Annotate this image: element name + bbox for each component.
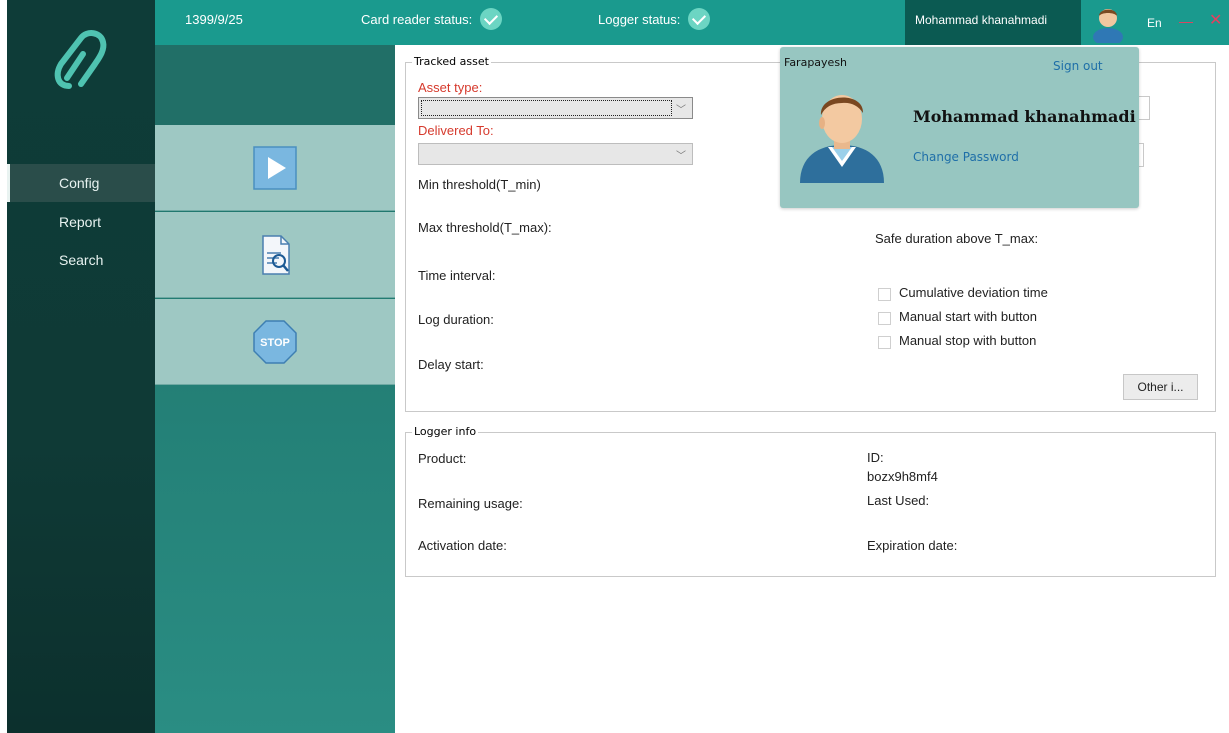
id-value: bozx9h8mf4 <box>867 469 938 484</box>
cumulative-label: Cumulative deviation time <box>899 285 1048 300</box>
report-button[interactable] <box>155 212 395 298</box>
sidebar-item-search[interactable]: Search <box>7 241 155 279</box>
sidebar-item-label: Config <box>59 175 100 191</box>
product-label: Product: <box>418 451 467 466</box>
close-icon[interactable]: ✕ <box>1209 10 1222 30</box>
avatar-icon[interactable] <box>1088 3 1128 43</box>
user-full-name: Mohammad khanahmadi <box>913 107 1136 126</box>
sidebar: Config Report Search <box>7 0 155 733</box>
user-popup: Farapayesh Sign out Mohammad khanahmadi … <box>780 47 1139 208</box>
max-threshold-label: Max threshold(T_max): <box>418 220 552 235</box>
manual-stop-checkbox[interactable] <box>878 336 891 349</box>
chevron-down-icon: ﹀ <box>676 105 686 116</box>
check-icon <box>480 8 503 30</box>
top-bar: 1399/9/25 Card reader status: Logger sta… <box>155 0 1229 45</box>
log-duration-label: Log duration: <box>418 312 494 327</box>
logger-info-group: Logger info Product: Remaining usage: Ac… <box>405 425 1216 577</box>
manual-start-checkbox[interactable] <box>878 312 891 325</box>
manual-stop-label: Manual stop with button <box>899 333 1037 348</box>
sidebar-item-label: Report <box>59 214 102 230</box>
user-name: Mohammad khanahmadi <box>915 13 1048 27</box>
window-controls: En — ✕ <box>1135 0 1229 45</box>
minimize-icon[interactable]: — <box>1179 13 1193 29</box>
delivered-to-select[interactable]: ﹀ <box>418 143 693 165</box>
delay-start-label: Delay start: <box>418 357 484 372</box>
date-display: 1399/9/25 <box>185 0 243 45</box>
asset-type-label: Asset type: <box>418 80 483 95</box>
logger-status: Logger status: <box>598 0 711 45</box>
card-reader-label: Card reader status: <box>361 12 473 27</box>
sidebar-item-config[interactable]: Config <box>7 164 155 202</box>
stop-label: STOP <box>260 337 290 349</box>
card-reader-status: Card reader status: <box>361 0 503 45</box>
start-button[interactable] <box>155 125 395 211</box>
group-title: Logger info <box>412 425 479 438</box>
remaining-usage-label: Remaining usage: <box>418 496 523 511</box>
check-icon <box>688 8 711 30</box>
time-interval-label: Time interval: <box>418 268 496 283</box>
language-toggle[interactable]: En <box>1147 16 1162 30</box>
other-info-button[interactable]: Other i... <box>1123 374 1198 400</box>
chevron-down-icon: ﹀ <box>676 151 686 162</box>
sidebar-item-label: Search <box>59 252 104 268</box>
id-label: ID: <box>867 450 884 465</box>
date-text: 1399/9/25 <box>185 12 243 27</box>
sign-out-link[interactable]: Sign out <box>1053 59 1103 73</box>
group-title: Tracked asset <box>412 55 491 68</box>
brand-label: Farapayesh <box>784 56 848 69</box>
action-panel-header <box>155 45 395 125</box>
app-logo-icon <box>54 30 107 89</box>
delivered-to-label: Delivered To: <box>418 123 494 138</box>
logger-status-label: Logger status: <box>598 12 681 27</box>
user-avatar-icon <box>800 95 884 183</box>
manual-start-label: Manual start with button <box>899 309 1038 324</box>
change-password-link[interactable]: Change Password <box>913 150 1019 164</box>
expiration-date-label: Expiration date: <box>867 538 958 553</box>
sidebar-item-report[interactable]: Report <box>7 203 155 241</box>
safe-duration-label: Safe duration above T_max: <box>875 231 1039 246</box>
play-icon <box>253 145 297 190</box>
asset-type-select[interactable]: ﹀ <box>418 97 693 119</box>
last-used-label: Last Used: <box>867 493 930 508</box>
user-menu[interactable]: Mohammad khanahmadi <box>905 0 1081 45</box>
stop-button[interactable]: STOP <box>155 299 395 385</box>
window-edge <box>0 0 7 733</box>
document-search-icon <box>262 234 290 275</box>
cumulative-checkbox[interactable] <box>878 288 891 301</box>
activation-date-label: Activation date: <box>418 538 507 553</box>
action-panel: STOP <box>155 0 395 733</box>
stop-icon: STOP <box>253 319 297 364</box>
min-threshold-label: Min threshold(T_min) <box>418 177 541 192</box>
